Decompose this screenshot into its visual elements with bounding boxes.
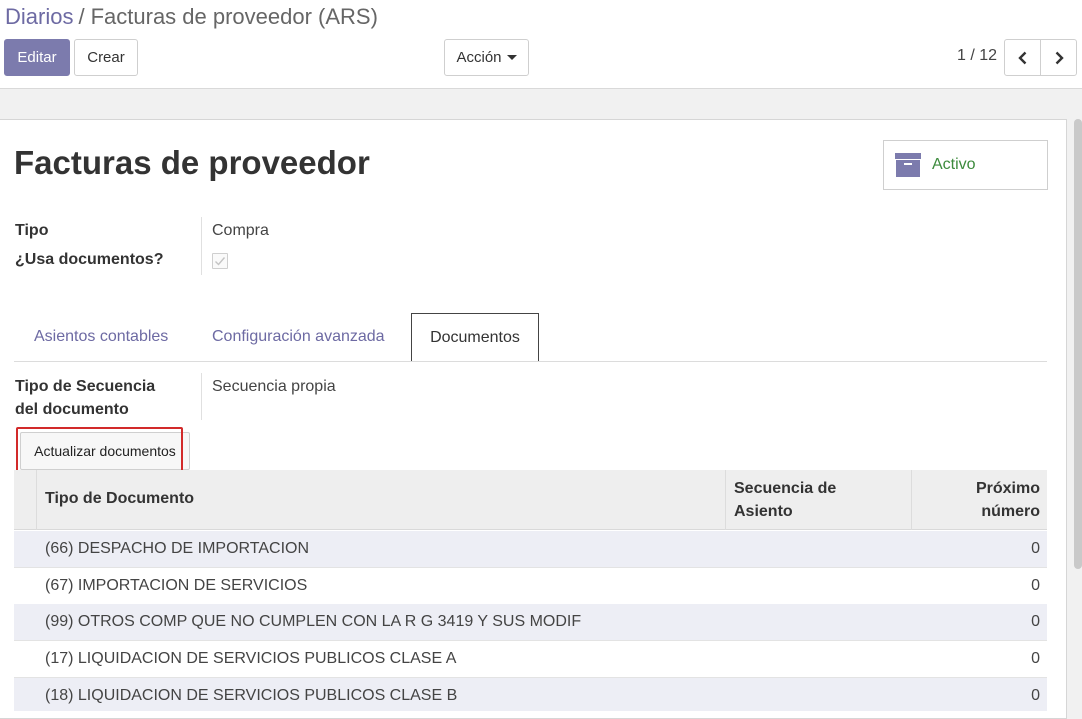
create-button[interactable]: Crear [74,39,138,76]
row-next-number: 0 [1031,687,1040,704]
scrollbar[interactable] [1074,119,1082,569]
chevron-right-icon [1055,51,1064,64]
breadcrumb-parent-link[interactable]: Diarios [5,4,73,29]
tab-configuracion-avanzada[interactable]: Configuración avanzada [212,328,385,346]
column-header-entry-sequence-line1[interactable]: Secuencia de [734,477,836,500]
active-label: Activo [932,156,976,173]
row-document-type: (99) OTROS COMP QUE NO CUMPLEN CON LA R … [45,613,582,630]
sequence-type-value: Secuencia propia [212,378,336,395]
column-header-document-type[interactable]: Tipo de Documento [45,487,194,510]
table-row[interactable]: (67) IMPORTACION DE SERVICIOS 0 [14,568,1047,605]
tab-asientos-contables[interactable]: Asientos contables [34,328,168,346]
breadcrumb: Diarios / Facturas de proveedor (ARS) [5,4,378,30]
table-row[interactable]: (17) LIQUIDACION DE SERVICIOS PUBLICOS C… [14,641,1047,678]
breadcrumb-current: Facturas de proveedor (ARS) [90,4,378,29]
table-row[interactable]: (18) LIQUIDACION DE SERVICIOS PUBLICOS C… [14,678,1047,711]
column-header-entry-sequence-line2[interactable]: Asiento [734,500,793,523]
column-header-next-number-line2[interactable]: número [981,500,1040,523]
caret-down-icon [506,55,517,60]
action-label: Acción [456,49,502,66]
table-header: Tipo de Documento Secuencia de Asiento P… [14,470,1047,530]
sequence-type-label-line2: del documento [15,401,129,418]
usa-documentos-label: ¿Usa documentos? [15,251,164,268]
header-separator [36,470,37,530]
pager-value[interactable]: 1 / 12 [957,47,997,65]
tipo-label: Tipo [15,222,49,239]
header-separator [725,470,726,530]
update-documents-button[interactable]: Actualizar documentos [20,432,190,470]
row-document-type: (67) IMPORTACION DE SERVICIOS [45,577,308,594]
sequence-type-label-line1: Tipo de Secuencia [15,378,156,395]
active-toggle-button[interactable]: Activo [883,140,1048,190]
chevron-left-icon [1017,51,1026,64]
field-separator [201,217,202,275]
row-document-type: (66) DESPACHO DE IMPORTACION [45,540,310,557]
row-document-type: (17) LIQUIDACION DE SERVICIOS PUBLICOS C… [45,650,457,667]
row-next-number: 0 [1031,540,1040,557]
action-dropdown-button[interactable]: Acción [444,39,529,76]
control-panel: Diarios / Facturas de proveedor (ARS) Edit… [0,0,1082,89]
check-icon [215,257,226,266]
edit-button[interactable]: Editar [4,39,70,76]
breadcrumb-separator: / [78,4,85,29]
header-separator [911,470,912,530]
row-next-number: 0 [1031,650,1040,667]
tabs-divider [14,361,1047,362]
row-next-number: 0 [1031,577,1040,594]
tipo-value: Compra [212,222,269,239]
field-separator [201,373,202,420]
table-row[interactable]: (99) OTROS COMP QUE NO CUMPLEN CON LA R … [14,604,1047,641]
row-next-number: 0 [1031,613,1040,630]
pager-previous-button[interactable] [1004,39,1041,76]
record-title: Facturas de proveedor [14,144,370,181]
row-document-type: (18) LIQUIDACION DE SERVICIOS PUBLICOS C… [45,687,458,704]
pager-next-button[interactable] [1040,39,1077,76]
column-header-next-number-line1[interactable]: Próximo [976,477,1040,500]
table-row[interactable]: (66) DESPACHO DE IMPORTACION 0 [14,531,1047,568]
usa-documentos-checkbox[interactable] [212,253,228,269]
tab-documentos[interactable]: Documentos [411,313,539,361]
archive-icon [895,153,921,177]
